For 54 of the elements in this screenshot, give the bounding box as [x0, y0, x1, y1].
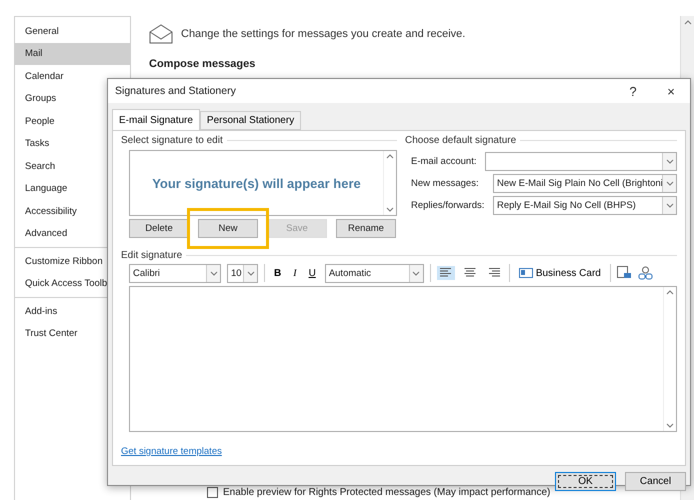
format-button[interactable]: I [290, 266, 300, 280]
close-button[interactable]: × [652, 79, 690, 103]
signature-list[interactable]: Your signature(s) will appear here [129, 150, 397, 216]
signature-button[interactable]: New [198, 219, 258, 238]
group-label: Edit signature [121, 250, 182, 261]
caret-icon [666, 423, 674, 428]
dialog-button[interactable]: OK [555, 472, 616, 491]
header-text: Change the settings for messages you create and receive. [181, 28, 466, 40]
dialog-title: Signatures and Stationery [115, 85, 237, 97]
help-button[interactable]: ? [614, 79, 652, 103]
signature-dropdown[interactable]: New E-Mail Sig Plain No Cell (Brightoni [493, 174, 677, 193]
signature-button[interactable]: Rename [336, 219, 396, 238]
signature-dropdown[interactable]: Reply E-Mail Sig No Cell (BHPS) [493, 196, 677, 215]
signature-button[interactable]: Delete [129, 219, 189, 238]
templates-link[interactable]: Get signature templates [121, 446, 222, 457]
caret-icon [386, 207, 394, 212]
tab[interactable]: Personal Stationery [200, 111, 302, 130]
size-dropdown[interactable]: 10 [227, 264, 258, 282]
link-icon[interactable] [638, 266, 653, 280]
group-label: Choose default signature [405, 135, 516, 146]
caret-icon [246, 270, 254, 276]
caret-icon [210, 270, 218, 276]
align-button[interactable] [436, 266, 455, 280]
font-dropdown[interactable]: Calibri [129, 264, 221, 282]
checkbox[interactable] [207, 487, 218, 498]
sidebar-item[interactable]: Calendar [15, 65, 130, 88]
tab[interactable]: E-mail Signature [112, 109, 200, 130]
field-label: E-mail account: [411, 156, 478, 167]
field-label: Replies/forwards: [411, 200, 486, 211]
envelope-icon [149, 24, 173, 44]
checkbox-label: Enable preview for Rights Protected messages (May impact performance) [223, 487, 550, 498]
format-button[interactable]: B [271, 266, 284, 280]
caret-icon [666, 203, 674, 208]
font-color-dropdown[interactable]: Automatic [324, 264, 424, 282]
caret-icon [412, 270, 420, 276]
picture-insert-icon[interactable] [616, 266, 632, 280]
caret-icon [684, 20, 692, 25]
align-left-icon [440, 268, 452, 278]
align-right-icon [488, 268, 500, 278]
format-button[interactable]: U [306, 266, 319, 280]
caret-icon [666, 181, 674, 186]
align-center-icon [464, 268, 476, 278]
group-label: Select signature to edit [121, 135, 223, 146]
business-card-button[interactable]: Business Card [516, 266, 604, 280]
sidebar-item[interactable]: General [15, 20, 130, 42]
list-placeholder: Your signature(s) will appear here [151, 174, 362, 193]
business-card-icon [518, 268, 533, 278]
sidebar-item[interactable]: Mail [15, 42, 130, 65]
section-title: Compose messages [149, 58, 256, 70]
caret-icon [666, 159, 674, 164]
caret-icon [666, 290, 674, 295]
dialog-button[interactable]: Cancel [625, 472, 686, 491]
caret-icon [386, 154, 394, 159]
field-label: New messages: [411, 178, 480, 189]
